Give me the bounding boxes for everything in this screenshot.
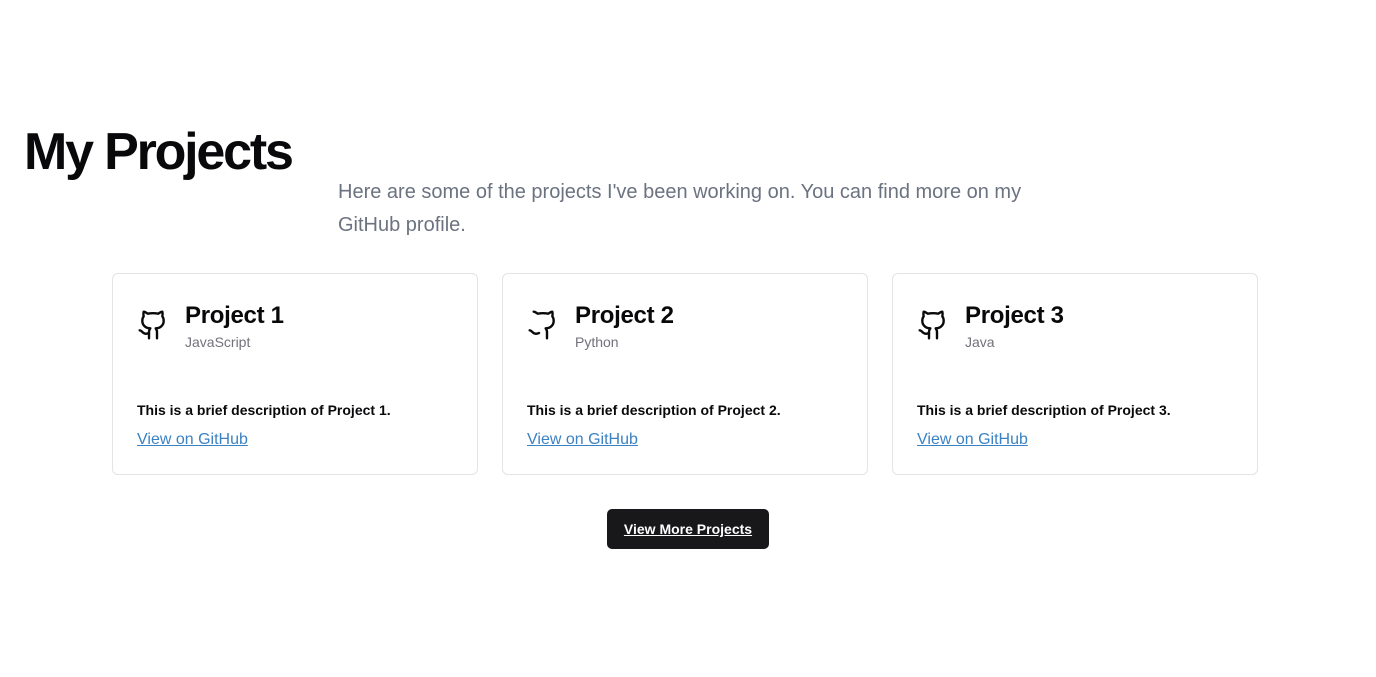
- view-more-projects-button[interactable]: View More Projects: [607, 509, 769, 549]
- project-description: This is a brief description of Project 1…: [137, 402, 391, 418]
- view-on-github-link[interactable]: View on GitHub: [527, 430, 638, 450]
- project-language: Java: [965, 334, 995, 350]
- page-title: My Projects: [24, 123, 294, 181]
- project-description: This is a brief description of Project 3…: [917, 402, 1171, 418]
- project-title: Project 3: [965, 302, 1064, 329]
- view-on-github-link[interactable]: View on GitHub: [137, 430, 248, 450]
- project-language: Python: [575, 334, 619, 350]
- project-description: This is a brief description of Project 2…: [527, 402, 781, 418]
- project-card-2: Project 2 Python This is a brief descrip…: [502, 273, 868, 475]
- github-icon: [917, 308, 949, 342]
- github-icon: [137, 308, 169, 342]
- github-icon: [527, 308, 559, 342]
- project-card-3: Project 3 Java This is a brief descripti…: [892, 273, 1258, 475]
- project-language: JavaScript: [185, 334, 251, 350]
- project-cards: Project 1 JavaScript This is a brief des…: [112, 273, 1258, 475]
- project-card-1: Project 1 JavaScript This is a brief des…: [112, 273, 478, 475]
- view-on-github-link[interactable]: View on GitHub: [917, 430, 1028, 450]
- projects-page: My Projects Here are some of the project…: [0, 0, 1376, 677]
- project-title: Project 2: [575, 302, 674, 329]
- intro-text: Here are some of the projects I've been …: [338, 181, 1022, 236]
- project-title: Project 1: [185, 302, 284, 329]
